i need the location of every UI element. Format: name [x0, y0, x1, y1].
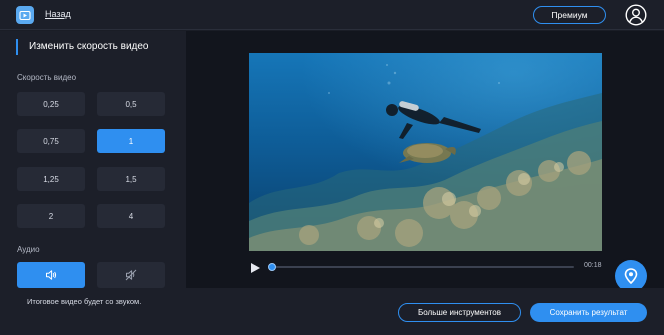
progress-knob[interactable]	[268, 263, 276, 271]
play-icon[interactable]	[249, 261, 261, 273]
player-controls: 00:18	[249, 258, 602, 276]
audio-section-label: Аудио	[17, 245, 40, 254]
speed-option-button[interactable]: 1,25	[17, 167, 85, 191]
speed-option-button[interactable]: 1	[97, 129, 165, 153]
progress-track[interactable]	[268, 263, 574, 271]
save-result-button[interactable]: Сохранить результат	[530, 303, 647, 322]
speed-option-button[interactable]: 2	[17, 204, 85, 228]
panel-title: Изменить скорость видео	[16, 39, 148, 55]
speed-section-label: Скорость видео	[17, 73, 77, 82]
audio-note: Итоговое видео будет со звуком.	[27, 297, 142, 306]
video-preview[interactable]	[249, 53, 602, 251]
audio-on-button[interactable]	[17, 262, 85, 288]
speed-option-button[interactable]: 1,5	[97, 167, 165, 191]
back-link[interactable]: Назад	[45, 9, 71, 19]
video-editor-logo-icon[interactable]	[16, 6, 34, 24]
user-circle-icon[interactable]	[625, 4, 647, 26]
speaker-icon	[46, 270, 57, 280]
top-bar: Назад Премиум	[0, 0, 664, 30]
audio-off-button[interactable]	[97, 262, 165, 288]
more-tools-button[interactable]: Больше инструментов	[398, 303, 521, 322]
speed-option-button[interactable]: 0,25	[17, 92, 85, 116]
premium-button[interactable]: Премиум	[533, 6, 606, 24]
speed-option-button[interactable]: 0,75	[17, 129, 85, 153]
speaker-muted-icon	[125, 269, 137, 281]
speed-option-button[interactable]: 4	[97, 204, 165, 228]
speed-settings-panel: Изменить скорость видео Скорость видео 0…	[0, 31, 186, 335]
speed-option-button[interactable]: 0,5	[97, 92, 165, 116]
duration-label: 00:18	[584, 262, 602, 269]
